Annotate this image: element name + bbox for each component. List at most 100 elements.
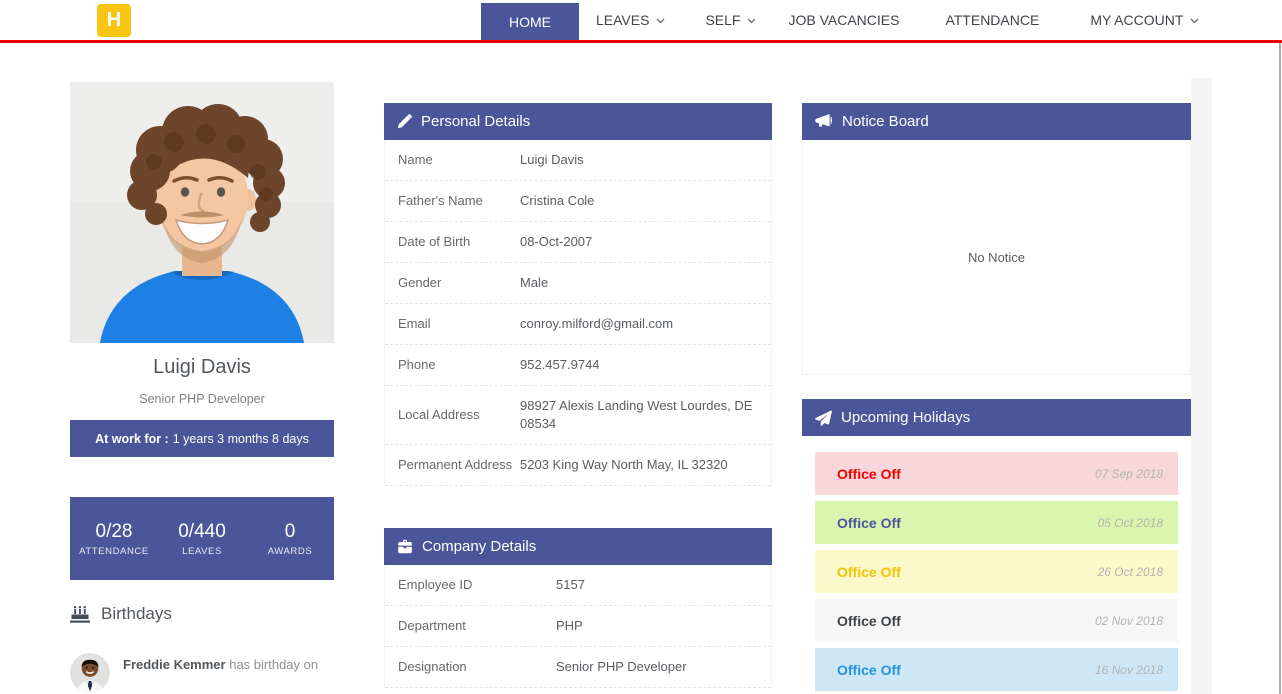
holiday-label: Office Off (837, 662, 901, 678)
nav-label: MY ACCOUNT (1090, 12, 1183, 28)
nav-item-my-account[interactable]: MY ACCOUNT (1090, 0, 1199, 40)
upcoming-holidays-header: Upcoming Holidays (802, 399, 1191, 436)
stat-value: 0 (246, 521, 334, 543)
detail-label: Employee ID (385, 576, 556, 594)
stat-label: ATTENDANCE (70, 546, 158, 557)
stat-label: AWARDS (246, 546, 334, 557)
top-navbar: H HOME LEAVES SELF JOB VACANCIES ATTENDA… (0, 0, 1282, 40)
paper-plane-icon (815, 410, 832, 426)
detail-value: Male (520, 274, 771, 292)
detail-row: Designation Senior PHP Developer (385, 647, 771, 688)
holiday-item: Office Off 02 Nov 2018 (815, 599, 1178, 642)
birthday-avatar (70, 653, 110, 693)
chevron-down-icon (747, 18, 756, 24)
birthday-person-name: Freddie Kemmer (123, 657, 226, 672)
detail-label: Designation (385, 658, 556, 676)
nav-label: SELF (705, 12, 740, 28)
detail-value: 5203 King Way North May, IL 32320 (520, 456, 771, 474)
stats-summary: 0/28 ATTENDANCE 0/440 LEAVES 0 AWARDS (70, 497, 334, 580)
company-details-table: Employee ID 5157 Department PHP Designat… (384, 565, 772, 688)
holiday-label: Office Off (837, 564, 901, 580)
detail-value: 5157 (556, 576, 771, 594)
nav-label: JOB VACANCIES (788, 12, 899, 28)
employee-photo (70, 82, 334, 343)
nav-label: ATTENDANCE (945, 12, 1039, 28)
holiday-label: Office Off (837, 613, 901, 629)
holiday-date: 07 Sep 2018 (1095, 467, 1163, 481)
detail-label: Gender (385, 274, 520, 292)
chevron-down-icon (1190, 18, 1199, 24)
scrollbar[interactable] (1191, 78, 1212, 694)
holiday-item: Office Off 26 Oct 2018 (815, 550, 1178, 593)
nav-label: LEAVES (596, 12, 649, 28)
panel-title: Personal Details (421, 113, 530, 130)
birthday-cake-icon (70, 605, 90, 624)
stat-awards: 0 AWARDS (246, 521, 334, 557)
detail-value: 952.457.9744 (520, 356, 771, 374)
holiday-date: 02 Nov 2018 (1095, 614, 1163, 628)
bullhorn-icon (815, 114, 833, 129)
nav-item-job-vacancies[interactable]: JOB VACANCIES (788, 0, 899, 40)
detail-label: Department (385, 617, 556, 635)
detail-value: 08-Oct-2007 (520, 233, 771, 251)
detail-row: Phone 952.457.9744 (385, 345, 771, 386)
stat-label: LEAVES (158, 546, 246, 557)
detail-row: Email conroy.milford@gmail.com (385, 304, 771, 345)
detail-row: Employee ID 5157 (385, 565, 771, 606)
window-edge (1279, 43, 1281, 694)
stat-value: 0/28 (70, 521, 158, 543)
holiday-date: 16 Nov 2018 (1095, 663, 1163, 677)
nav-label: HOME (509, 14, 551, 30)
stat-attendance: 0/28 ATTENDANCE (70, 521, 158, 557)
notice-empty-text: No Notice (968, 250, 1025, 265)
briefcase-icon (397, 539, 413, 554)
detail-label: Phone (385, 356, 520, 374)
at-work-banner: At work for : 1 years 3 months 8 days (70, 420, 334, 457)
company-details-header: Company Details (384, 528, 772, 565)
detail-row: Name Luigi Davis (385, 140, 771, 181)
detail-row: Local Address 98927 Alexis Landing West … (385, 386, 771, 445)
panel-title: Notice Board (842, 113, 929, 130)
at-work-label: At work for : (95, 432, 169, 446)
navbar-accent-line (0, 40, 1282, 43)
birthdays-heading: Birthdays (70, 604, 172, 624)
employee-designation: Senior PHP Developer (70, 392, 334, 406)
detail-label: Local Address (385, 406, 520, 424)
detail-value: conroy.milford@gmail.com (520, 315, 771, 333)
detail-value: Cristina Cole (520, 192, 771, 210)
holiday-label: Office Off (837, 515, 901, 531)
notice-board-body: No Notice (802, 140, 1191, 375)
brand-logo[interactable]: H (97, 4, 131, 37)
detail-row: Gender Male (385, 263, 771, 304)
holiday-item: Office Off 05 Oct 2018 (815, 501, 1178, 544)
birthday-message: has birthday on (229, 657, 318, 672)
detail-label: Email (385, 315, 520, 333)
detail-value: Luigi Davis (520, 151, 771, 169)
detail-label: Date of Birth (385, 233, 520, 251)
detail-label: Permanent Address (385, 456, 520, 474)
birthdays-title: Birthdays (101, 604, 172, 624)
detail-row: Department PHP (385, 606, 771, 647)
detail-row: Date of Birth 08-Oct-2007 (385, 222, 771, 263)
stat-leaves: 0/440 LEAVES (158, 521, 246, 557)
detail-row: Father's Name Cristina Cole (385, 181, 771, 222)
notice-board-header: Notice Board (802, 103, 1191, 140)
at-work-value: 1 years 3 months 8 days (173, 432, 309, 446)
pencil-icon (397, 114, 412, 129)
detail-row: Permanent Address 5203 King Way North Ma… (385, 445, 771, 486)
detail-value: 98927 Alexis Landing West Lourdes, DE 08… (520, 397, 771, 433)
birthday-list-item: Freddie Kemmer has birthday on (70, 653, 334, 693)
nav-item-self[interactable]: SELF (705, 0, 756, 40)
birthday-text: Freddie Kemmer has birthday on (123, 653, 318, 693)
nav-item-home[interactable]: HOME (481, 3, 579, 40)
nav-item-attendance[interactable]: ATTENDANCE (945, 0, 1039, 40)
main-nav: HOME LEAVES SELF JOB VACANCIES ATTENDANC… (481, 0, 1199, 40)
chevron-down-icon (656, 18, 665, 24)
detail-label: Name (385, 151, 520, 169)
holiday-label: Office Off (837, 466, 901, 482)
detail-value: Senior PHP Developer (556, 658, 771, 676)
holiday-date: 26 Oct 2018 (1098, 565, 1163, 579)
nav-item-leaves[interactable]: LEAVES (596, 0, 665, 40)
employee-name: Luigi Davis (70, 356, 334, 379)
personal-details-header: Personal Details (384, 103, 772, 140)
